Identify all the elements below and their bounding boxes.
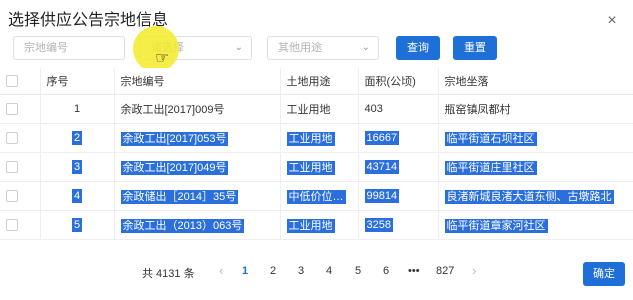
prev-page-icon[interactable]: ‹: [219, 263, 223, 278]
row-checkbox-cell[interactable]: [0, 210, 40, 240]
row-checkbox[interactable]: [6, 160, 18, 173]
row-index: 1: [39, 94, 114, 124]
filter-bar: 请选择 ⌄ 其他用途 ⌄ 查询 重置: [0, 36, 633, 62]
row-checkbox[interactable]: [6, 102, 18, 115]
row-area: 3258: [357, 210, 438, 240]
row-area: 403: [357, 94, 438, 124]
row-land-use-text: 工业用地: [286, 218, 335, 233]
row-area-text: 99814: [364, 188, 400, 203]
select-all-checkbox[interactable]: [6, 74, 18, 87]
row-area: 43714: [357, 152, 438, 182]
row-index-text: 1: [73, 102, 81, 115]
row-checkbox-cell[interactable]: [0, 94, 40, 124]
row-index-text: 3: [71, 159, 83, 174]
row-land-use-text: 中低价位…: [286, 189, 346, 204]
row-checkbox[interactable]: [6, 218, 18, 231]
page-6[interactable]: 6: [383, 265, 389, 277]
row-checkbox-cell[interactable]: [0, 181, 40, 211]
row-location-text: 良渚新城良渚大道东侧、古墩路北: [444, 189, 614, 204]
row-parcel-no-text: 余政储出［2014］35号: [120, 189, 239, 204]
table-row[interactable]: 1 余政工出[2017]009号 工业用地 403 瓶窑镇凤都村: [0, 94, 633, 124]
header-location: 宗地坐落: [437, 68, 633, 95]
table-row[interactable]: 2 余政工出[2017]053号 工业用地 16667 临平街道石坝社区: [0, 123, 633, 153]
chevron-down-icon: ⌄: [361, 42, 370, 53]
table-row[interactable]: 3 余政工出[2017]049号 工业用地 43714 临平街道庄里社区: [0, 152, 633, 182]
row-location-text: 瓶窑镇凤都村: [444, 103, 511, 116]
row-land-use: 工业用地: [279, 210, 358, 240]
query-button[interactable]: 查询: [396, 36, 440, 60]
row-parcel-no: 余政工出[2017]009号: [113, 94, 280, 124]
row-index: 2: [39, 123, 114, 153]
row-checkbox[interactable]: [6, 189, 18, 202]
page-2[interactable]: 2: [270, 265, 276, 277]
row-land-use-text: 工业用地: [286, 160, 335, 175]
row-index: 4: [39, 181, 114, 211]
row-area-text: 43714: [364, 159, 400, 174]
row-location: 临平街道章家河社区: [437, 210, 633, 240]
parcel-table: 序号 宗地编号 土地用途 面积(公顷) 宗地坐落 1 余政工出[2017]009号…: [0, 68, 633, 240]
row-area-text: 16667: [364, 130, 400, 145]
row-area: 99814: [357, 181, 438, 211]
dialog-title: 选择供应公告宗地信息: [8, 12, 169, 29]
row-parcel-no: 余政工出[2017]053号: [113, 123, 280, 153]
header-index: 序号: [39, 68, 114, 95]
parcel-no-input[interactable]: [13, 36, 125, 60]
row-land-use-text: 工业用地: [286, 131, 335, 146]
row-parcel-no-text: 余政工出[2017]049号: [120, 160, 229, 175]
select-all-cell[interactable]: [0, 68, 40, 95]
row-index: 3: [39, 152, 114, 182]
other-use-select[interactable]: 其他用途 ⌄: [267, 36, 379, 60]
row-land-use-text: 工业用地: [286, 103, 331, 116]
table-row[interactable]: 4 余政储出［2014］35号 中低价位… 99814 良渚新城良渚大道东侧、古墩路北: [0, 181, 633, 211]
row-location: 临平街道石坝社区: [437, 123, 633, 153]
header-parcel-no: 宗地编号: [113, 68, 280, 95]
row-parcel-no: 余政工出[2017]049号: [113, 152, 280, 182]
row-location: 临平街道庄里社区: [437, 152, 633, 182]
next-page-icon[interactable]: ›: [472, 263, 476, 278]
row-land-use: 中低价位…: [279, 181, 358, 211]
table-row[interactable]: 5 余政工出（2013）063号 工业用地 3258 临平街道章家河社区: [0, 210, 633, 240]
page-1[interactable]: 1: [242, 265, 248, 277]
page-4[interactable]: 4: [326, 265, 332, 277]
header-land-use: 土地用途: [279, 68, 358, 95]
row-location: 瓶窑镇凤都村: [437, 94, 633, 124]
confirm-button[interactable]: 确定: [583, 262, 625, 286]
row-checkbox-cell[interactable]: [0, 123, 40, 153]
select-parcel-dialog: 选择供应公告宗地信息 × 请选择 ⌄ 其他用途 ⌄ 查询 重置 ☞ 序号 宗地编…: [0, 0, 633, 300]
reset-button[interactable]: 重置: [453, 36, 497, 60]
row-location: 良渚新城良渚大道东侧、古墩路北: [437, 181, 633, 211]
row-index-text: 4: [71, 188, 83, 203]
row-checkbox-cell[interactable]: [0, 152, 40, 182]
row-parcel-no-text: 余政工出[2017]053号: [120, 131, 229, 146]
row-area: 16667: [357, 123, 438, 153]
pagination: 共 4131 条 ‹ 1 2 3 4 5 6 ••• 827 ›: [0, 262, 633, 282]
row-index-text: 2: [71, 130, 83, 145]
row-parcel-no: 余政工出（2013）063号: [113, 210, 280, 240]
total-count: 共 4131 条: [142, 268, 195, 280]
row-index: 5: [39, 210, 114, 240]
row-parcel-no: 余政储出［2014］35号: [113, 181, 280, 211]
close-icon[interactable]: ×: [605, 13, 619, 29]
table-header-row: 序号 宗地编号 土地用途 面积(公顷) 宗地坐落: [0, 68, 633, 95]
chevron-down-icon: ⌄: [234, 42, 243, 53]
row-area-text: 403: [364, 102, 383, 115]
hand-cursor-icon: ☞: [155, 50, 170, 67]
row-index-text: 5: [71, 217, 83, 232]
header-area: 面积(公顷): [357, 68, 438, 95]
page-3[interactable]: 3: [298, 265, 304, 277]
page-827[interactable]: 827: [436, 265, 454, 277]
row-land-use: 工业用地: [279, 152, 358, 182]
row-location-text: 临平街道章家河社区: [444, 218, 548, 233]
row-location-text: 临平街道庄里社区: [444, 160, 537, 175]
other-use-select-value: 其他用途: [278, 42, 322, 54]
row-land-use: 工业用地: [279, 94, 358, 124]
page-5[interactable]: 5: [355, 265, 361, 277]
row-parcel-no-text: 余政工出[2017]009号: [120, 103, 225, 116]
row-parcel-no-text: 余政工出（2013）063号: [120, 218, 245, 233]
row-land-use: 工业用地: [279, 123, 358, 153]
page-ellipsis[interactable]: •••: [408, 265, 420, 277]
row-checkbox[interactable]: [6, 131, 18, 144]
row-location-text: 临平街道石坝社区: [444, 131, 537, 146]
row-area-text: 3258: [364, 217, 393, 232]
